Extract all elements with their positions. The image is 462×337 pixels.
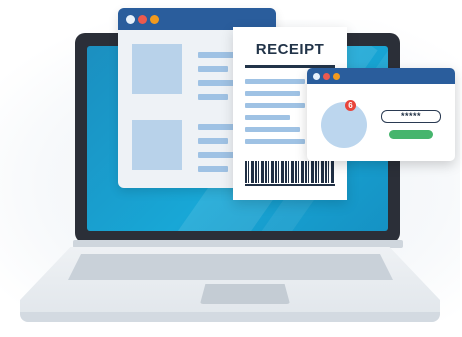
laptop-base-edge (20, 312, 440, 322)
image-placeholder-icon (132, 120, 182, 170)
barcode-icon (245, 161, 335, 183)
text-line (198, 94, 228, 100)
window-dot-icon (313, 72, 320, 80)
laptop-touchpad (200, 284, 290, 304)
password-field[interactable]: ***** (381, 110, 441, 123)
receipt-line (245, 79, 305, 84)
window-minimize-icon (150, 15, 159, 24)
window-minimize-icon (333, 72, 340, 80)
text-line (198, 138, 228, 144)
text-line (198, 152, 238, 158)
receipt-title: RECEIPT (255, 41, 325, 58)
receipt-line (245, 103, 305, 108)
laptop-keyboard (68, 254, 393, 280)
laptop-hinge (73, 240, 403, 248)
login-button[interactable] (389, 130, 433, 139)
receipt-line (245, 115, 290, 120)
receipt-line (245, 91, 300, 96)
text-line (198, 66, 228, 72)
notification-badge: 6 (345, 100, 356, 111)
barcode-underline (245, 184, 335, 186)
login-window: 6 ***** (307, 68, 455, 161)
text-line (198, 52, 238, 58)
window-close-icon (323, 72, 330, 80)
text-line (198, 166, 228, 172)
text-line (198, 80, 238, 86)
window-close-icon (138, 15, 147, 24)
avatar-icon (321, 102, 367, 148)
window-dot-icon (126, 15, 135, 24)
text-line (198, 124, 238, 130)
receipt-line (245, 127, 300, 132)
image-placeholder-icon (132, 44, 182, 94)
receipt-line (245, 139, 305, 144)
